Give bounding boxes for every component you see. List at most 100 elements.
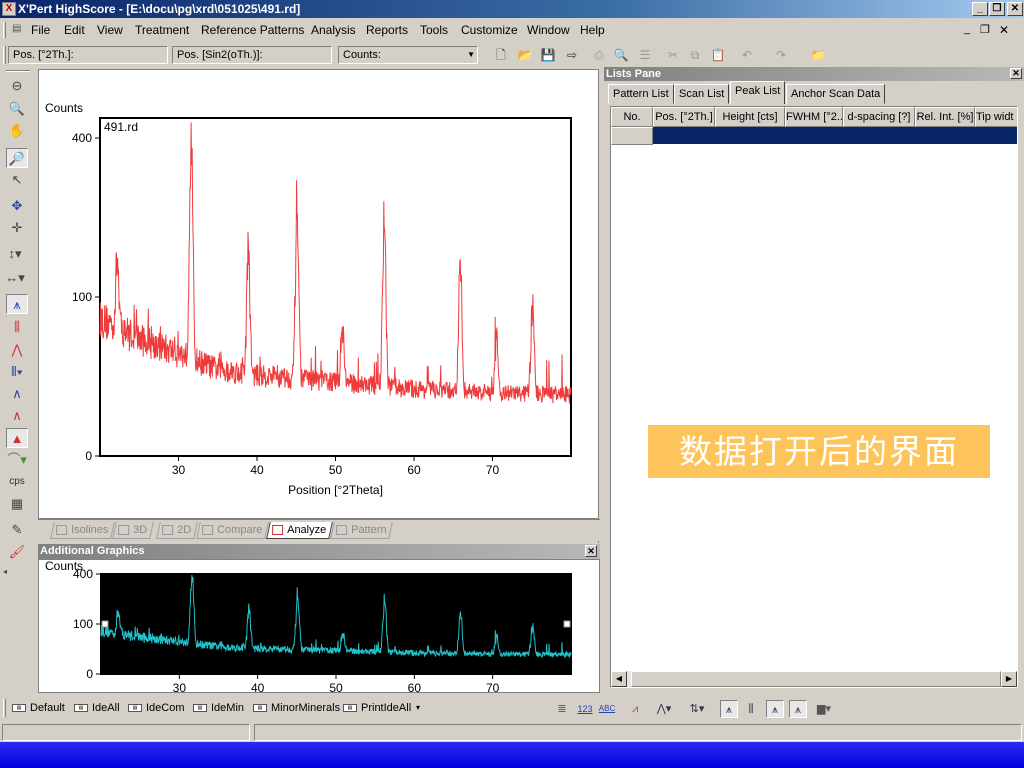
tab-pattern-list[interactable]: Pattern List [608,84,674,104]
additional-graphics-pane[interactable]: 0 100 400 30 40 50 60 70 Counts [38,559,600,695]
program-ideall[interactable]: ▤ IdeAll [72,700,120,716]
zoom-icon[interactable]: 🔍 [6,99,28,119]
stick-pattern-icon[interactable]: ⫴▾ [6,362,28,382]
pen-icon[interactable]: ✎ [6,520,28,540]
peak-bars-icon[interactable]: ⫼ [6,317,28,337]
additional-graphics-close-icon[interactable]: ✕ [585,545,597,557]
column-header-fwhm[interactable]: FWHM [°2... [785,107,843,127]
program-default[interactable]: ▤ Default [10,700,65,716]
scroll-thumb[interactable] [631,671,1001,687]
counts-dropdown-icon[interactable]: ▼ [467,47,475,63]
horizontal-scrollbar[interactable]: ◀ ▶ [611,671,1017,687]
tab-pattern[interactable]: Pattern [330,522,394,539]
crosshair-icon[interactable]: ✛ [6,218,28,238]
list-icon[interactable]: ≣ [553,700,571,718]
close-button[interactable]: ✕ [1007,2,1023,16]
column-header-position[interactable]: Pos. [°2Th.] [653,107,715,127]
menu-file[interactable]: File [31,23,50,37]
view-fit-icon[interactable]: ⩚ [766,700,784,718]
sort-icon[interactable]: ⇅▾ [688,700,706,718]
cps-icon[interactable]: cps [6,472,28,492]
tab-3d[interactable]: 3D [112,522,154,539]
page-setup-icon[interactable]: ☰ [636,46,654,64]
peak-label-icon[interactable]: ⩘ [626,700,644,718]
analyze-peaks-icon[interactable]: ⩚ [6,294,28,314]
peak-list-grid[interactable]: No. Pos. [°2Th.] Height [cts] FWHM [°2..… [610,106,1018,688]
column-header-height[interactable]: Height [cts] [715,107,785,127]
mdi-close-icon[interactable]: ✕ [999,23,1009,37]
print-icon[interactable]: ⎙ [590,46,608,64]
column-header-rel-int[interactable]: Rel. Int. [%] [915,107,975,127]
x-scale-icon[interactable]: ↔▾ [4,268,26,288]
pointer-icon[interactable]: ↖ [6,170,28,190]
tab-scan-list[interactable]: Scan List [674,84,730,104]
restore-button[interactable]: ❐ [989,2,1005,16]
scroll-right-icon[interactable]: ▶ [1001,671,1017,687]
abc-icon[interactable]: ABC [598,700,616,718]
program-dropdown-icon[interactable]: ▾ [412,700,420,716]
diffractogram-chart[interactable]: 0 100 400 30 40 50 60 70 Counts Position [°2Theta… [39,70,599,518]
row-header[interactable] [611,127,653,145]
program-idemin[interactable]: ▤ IdeMin [191,700,244,716]
tab-analyze[interactable]: Analyze [266,522,333,539]
print-preview-icon[interactable]: 🔍 [612,46,630,64]
menu-reports[interactable]: Reports [366,23,408,37]
zoom-out-icon[interactable]: ⊖ [6,76,28,96]
bars-icon[interactable]: ⫼ [742,700,760,718]
tab-peak-list[interactable]: Peak List [730,81,786,104]
mdi-restore-icon[interactable]: ❐ [980,23,990,36]
menu-analysis[interactable]: Analysis [311,23,356,37]
pane-splitter[interactable] [598,69,601,543]
more-tools-icon[interactable]: ◂ [0,562,10,582]
menu-view[interactable]: View [97,23,123,37]
doc-icon[interactable]: ▤ [12,23,21,34]
column-header-no[interactable]: No. [611,107,653,127]
program-idecom[interactable]: ▤ IdeCom [126,700,185,716]
digits-icon[interactable]: 123 [576,700,594,718]
view-compare-icon[interactable]: ⩚ [789,700,807,718]
profile-icon[interactable]: ⋀ [6,340,28,360]
save-icon[interactable]: 💾 [539,46,557,64]
copy-icon[interactable]: ⧉ [686,46,704,64]
column-header-d-spacing[interactable]: d-spacing [?] [843,107,915,127]
move-icon[interactable]: ✥ [6,196,28,216]
folder-tool-icon[interactable]: 📁 [809,46,827,64]
import-icon[interactable]: ⇨ [563,46,581,64]
scroll-left-icon[interactable]: ◀ [611,671,627,687]
mdi-minimize-icon[interactable]: _ [964,23,970,35]
menu-tools[interactable]: Tools [420,23,448,37]
y-scale-icon[interactable]: ↕▾ [4,244,26,264]
selected-row[interactable] [653,127,1017,145]
menu-reference-patterns[interactable]: Reference Patterns [201,23,304,37]
peak-shape-icon[interactable]: ∧ [6,384,28,404]
cut-icon[interactable]: ✂ [664,46,682,64]
fit-icon[interactable]: ∧ [6,406,28,426]
column-header-tip-width[interactable]: Tip widt [975,107,1017,127]
tab-anchor-scan-data[interactable]: Anchor Scan Data [786,84,886,104]
grid-icon[interactable]: ▦ [6,494,28,514]
overview-chart[interactable]: 010040030 40 50 60 70Counts [39,559,599,695]
menu-help[interactable]: Help [580,23,605,37]
profile-style-icon[interactable]: ⋀▾ [655,700,673,718]
menu-edit[interactable]: Edit [64,23,85,37]
main-graph-pane[interactable]: 0 100 400 30 40 50 60 70 Counts Position [°2Theta… [38,69,600,519]
menu-window[interactable]: Window [527,23,570,37]
menu-treatment[interactable]: Treatment [135,23,189,37]
truck-icon[interactable]: ▆▾ [815,700,833,718]
minimize-button[interactable]: _ [972,2,988,16]
tab-2d[interactable]: 2D [156,522,198,539]
paste-icon[interactable]: 📋 [709,46,727,64]
pan-hand-icon[interactable]: ✋ [6,121,28,141]
background-icon[interactable]: ⌒▾ [6,450,28,470]
fit-profile-icon[interactable]: ▲ [6,428,28,448]
redo-icon[interactable]: ↷ [772,46,790,64]
program-printideall[interactable]: ▤ PrintIdeAll [341,700,411,716]
open-icon[interactable]: 📂 [516,46,534,64]
view-peaks-icon[interactable]: ⩚ [720,700,738,718]
lists-pane-close-icon[interactable]: ✕ [1010,68,1022,79]
tab-compare[interactable]: Compare [196,522,270,539]
menu-customize[interactable]: Customize [461,23,518,37]
new-icon[interactable]: 🗋 [492,46,510,64]
program-minorminerals[interactable]: ▤ MinorMinerals [251,700,340,716]
tab-isolines[interactable]: Isolines [50,522,116,539]
